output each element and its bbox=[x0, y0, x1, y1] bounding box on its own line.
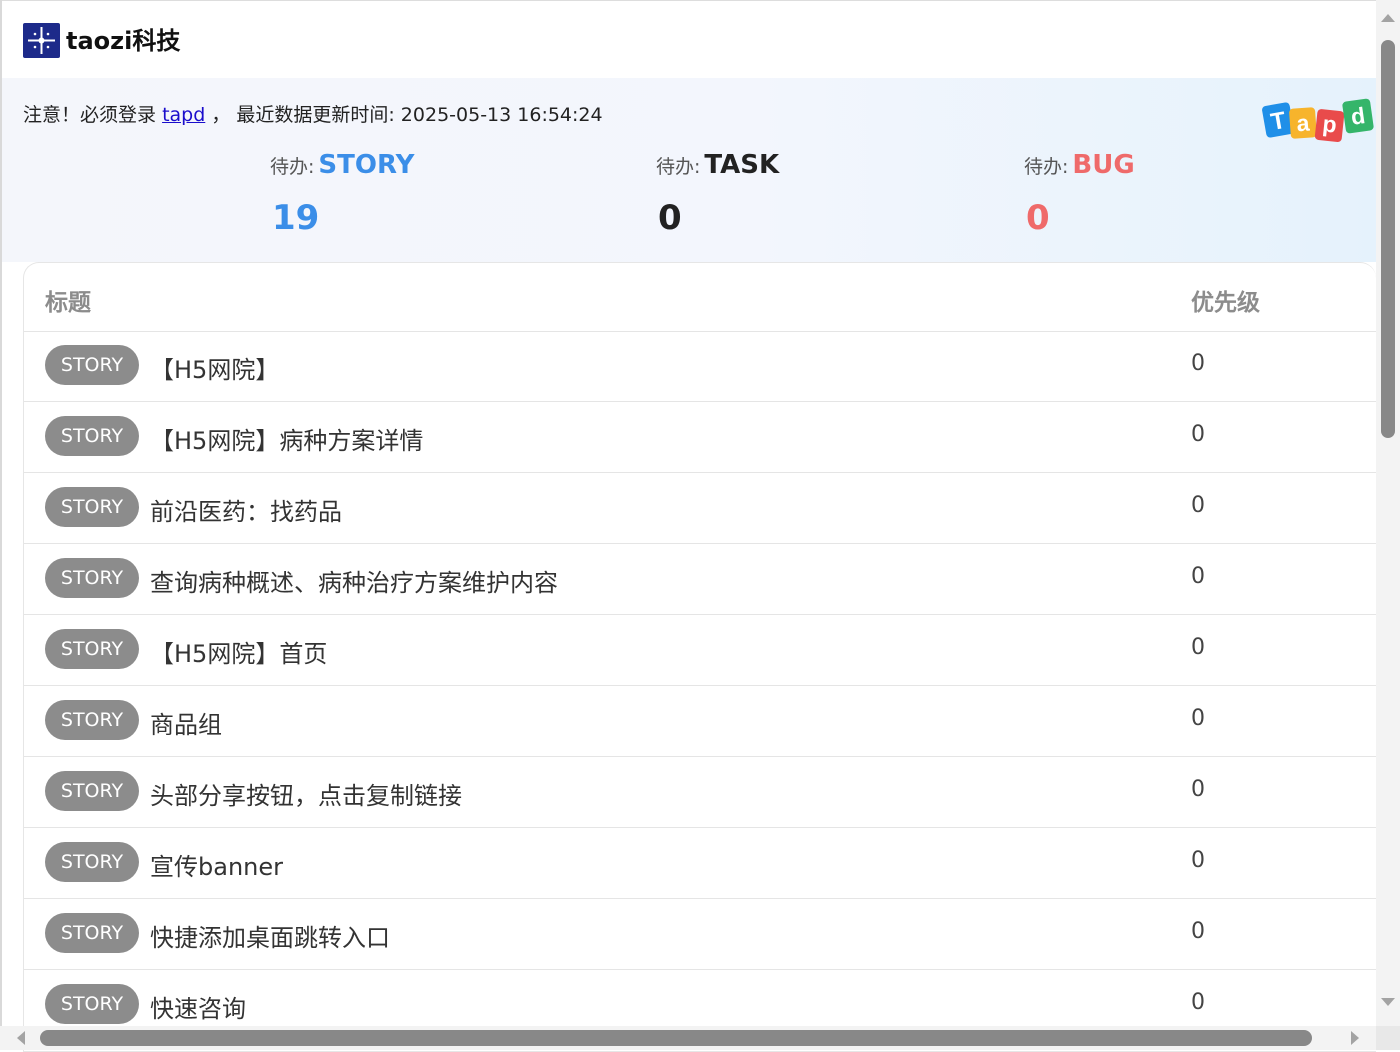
table-row[interactable]: STORY 前沿医药：找药品 0 bbox=[24, 473, 1376, 544]
type-badge: STORY bbox=[45, 700, 139, 740]
task-counter[interactable]: 待办: TASK 0 bbox=[656, 150, 780, 238]
row-priority: 0 bbox=[1191, 919, 1205, 944]
row-priority: 0 bbox=[1191, 777, 1205, 802]
svg-text:p: p bbox=[1321, 110, 1338, 137]
row-priority: 0 bbox=[1191, 351, 1205, 376]
row-priority: 0 bbox=[1191, 990, 1205, 1015]
tapd-tile-d: d bbox=[1342, 98, 1374, 134]
task-counter-label: 待办: bbox=[656, 156, 701, 178]
todo-table: 标题 优先级 STORY 【H5网院】 0 STORY 【H5网院】病种方案详情… bbox=[23, 262, 1376, 1052]
table-header: 标题 优先级 bbox=[24, 263, 1376, 332]
horizontal-scrollbar[interactable] bbox=[0, 1026, 1376, 1050]
row-priority: 0 bbox=[1191, 635, 1205, 660]
task-counter-value: 0 bbox=[658, 198, 682, 238]
row-title[interactable]: 前沿医药：找药品 bbox=[150, 492, 342, 527]
row-priority: 0 bbox=[1191, 493, 1205, 518]
scroll-left-arrow-icon[interactable] bbox=[17, 1031, 25, 1045]
tapd-tile-p: p bbox=[1314, 109, 1345, 142]
notice-prefix: 注意！必须登录 bbox=[23, 104, 157, 126]
top-bar: taozi科技 bbox=[2, 0, 1376, 78]
scroll-right-arrow-icon[interactable] bbox=[1351, 1031, 1359, 1045]
story-counter-label: 待办: bbox=[270, 156, 315, 178]
bug-counter-value: 0 bbox=[1026, 198, 1050, 238]
summary-panel: 注意！必须登录 tapd ， 最近数据更新时间: 2025-05-13 16:5… bbox=[2, 78, 1376, 262]
scrollbar-corner bbox=[1376, 1026, 1400, 1050]
table-row[interactable]: STORY 宣传banner 0 bbox=[24, 828, 1376, 899]
row-title[interactable]: 【H5网院】 bbox=[150, 350, 279, 385]
row-title[interactable]: 快速咨询 bbox=[150, 989, 246, 1024]
vertical-scroll-thumb[interactable] bbox=[1381, 40, 1395, 438]
horizontal-scroll-thumb[interactable] bbox=[40, 1030, 1312, 1046]
type-badge: STORY bbox=[45, 842, 139, 882]
column-header-priority[interactable]: 优先级 bbox=[1191, 283, 1260, 317]
row-title[interactable]: 查询病种概述、病种治疗方案维护内容 bbox=[150, 563, 558, 598]
table-row[interactable]: STORY 【H5网院】病种方案详情 0 bbox=[24, 402, 1376, 473]
table-row[interactable]: STORY 【H5网院】首页 0 bbox=[24, 615, 1376, 686]
type-badge: STORY bbox=[45, 984, 139, 1024]
table-row[interactable]: STORY 商品组 0 bbox=[24, 686, 1376, 757]
story-counter-value: 19 bbox=[272, 198, 320, 238]
bug-counter-label: 待办: bbox=[1024, 156, 1069, 178]
bug-counter-kind: BUG bbox=[1072, 150, 1135, 180]
scroll-down-arrow-icon[interactable] bbox=[1381, 998, 1395, 1006]
vertical-scrollbar[interactable] bbox=[1376, 0, 1400, 1026]
scroll-up-arrow-icon[interactable] bbox=[1381, 14, 1395, 22]
type-badge: STORY bbox=[45, 416, 139, 456]
row-priority: 0 bbox=[1191, 848, 1205, 873]
tapd-logo-icon[interactable]: T a p d bbox=[1260, 96, 1376, 148]
type-badge: STORY bbox=[45, 487, 139, 527]
column-header-title[interactable]: 标题 bbox=[45, 283, 91, 317]
type-badge: STORY bbox=[45, 345, 139, 385]
login-notice: 注意！必须登录 tapd ， 最近数据更新时间: 2025-05-13 16:5… bbox=[23, 100, 603, 127]
type-badge: STORY bbox=[45, 913, 139, 953]
type-badge: STORY bbox=[45, 771, 139, 811]
table-row[interactable]: STORY 头部分享按钮，点击复制链接 0 bbox=[24, 757, 1376, 828]
story-counter-kind: STORY bbox=[318, 150, 415, 180]
type-badge: STORY bbox=[45, 558, 139, 598]
table-row[interactable]: STORY 快捷添加桌面跳转入口 0 bbox=[24, 899, 1376, 970]
table-row[interactable]: STORY 查询病种概述、病种治疗方案维护内容 0 bbox=[24, 544, 1376, 615]
sparkle-logo-icon bbox=[23, 23, 60, 58]
svg-text:a: a bbox=[1296, 110, 1311, 137]
bug-counter[interactable]: 待办: BUG 0 bbox=[1024, 150, 1135, 238]
tapd-login-link[interactable]: tapd bbox=[162, 104, 205, 126]
row-title[interactable]: 宣传banner bbox=[150, 847, 283, 882]
tapd-tile-a: a bbox=[1289, 107, 1317, 139]
row-title[interactable]: 头部分享按钮，点击复制链接 bbox=[150, 776, 462, 811]
notice-update-time: ， 最近数据更新时间: 2025-05-13 16:54:24 bbox=[211, 104, 603, 126]
row-title[interactable]: 快捷添加桌面跳转入口 bbox=[150, 918, 390, 953]
story-counter[interactable]: 待办: STORY 19 bbox=[270, 150, 415, 238]
type-badge: STORY bbox=[45, 629, 139, 669]
brand-name: taozi科技 bbox=[66, 27, 181, 55]
task-counter-kind: TASK bbox=[704, 150, 780, 180]
row-priority: 0 bbox=[1191, 422, 1205, 447]
row-title[interactable]: 商品组 bbox=[150, 705, 222, 740]
row-priority: 0 bbox=[1191, 564, 1205, 589]
table-row[interactable]: STORY 【H5网院】 0 bbox=[24, 331, 1376, 402]
row-title[interactable]: 【H5网院】病种方案详情 bbox=[150, 421, 423, 456]
tapd-tile-t: T bbox=[1262, 102, 1294, 138]
row-title[interactable]: 【H5网院】首页 bbox=[150, 634, 327, 669]
row-priority: 0 bbox=[1191, 706, 1205, 731]
